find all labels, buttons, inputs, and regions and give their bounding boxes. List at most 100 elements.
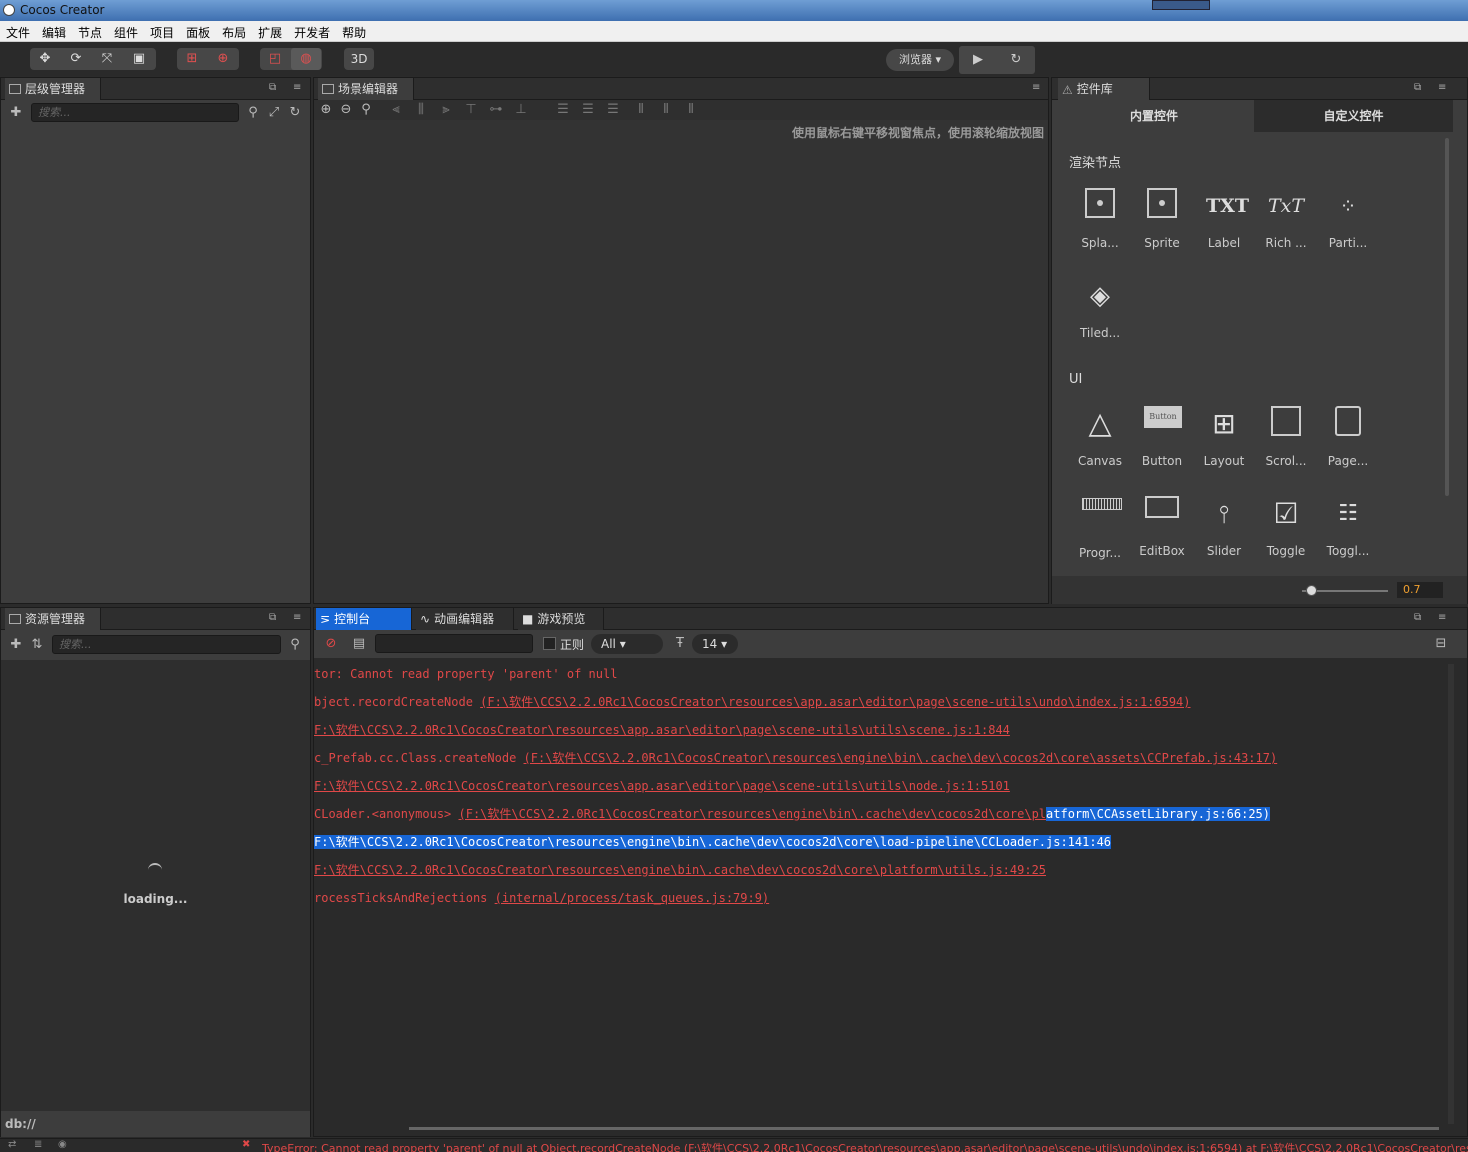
menu-help[interactable]: 帮助 <box>336 21 372 41</box>
popout-icon[interactable]: ⧉ <box>269 83 279 93</box>
panel-menu-icon[interactable]: ≡ <box>293 83 303 93</box>
tab-assets[interactable]: 资源管理器 <box>5 608 101 630</box>
panel-menu-icon[interactable]: ≡ <box>293 613 303 623</box>
log-source-link[interactable]: F:\软件\CCS\2.2.0Rc1\CocosCreator\resource… <box>314 779 1010 793</box>
font-size-select[interactable]: 14 ▾ <box>692 634 738 654</box>
clear-icon[interactable]: ⊘ <box>324 637 338 651</box>
sync-icon[interactable]: ⇄ <box>8 1139 16 1150</box>
tab-hierarchy[interactable]: 层级管理器 <box>5 78 101 100</box>
widget-pageview[interactable]: Page... <box>1317 396 1379 476</box>
console-filter-input[interactable] <box>375 634 533 653</box>
align-center-h-icon[interactable]: ⫼ <box>414 103 428 117</box>
refresh-icon[interactable]: ↻ <box>288 106 302 120</box>
preview-platform-select[interactable]: 浏览器 ▾ <box>886 49 954 71</box>
distribute-top-icon[interactable]: ☰ <box>556 103 570 117</box>
menu-component[interactable]: 组件 <box>108 21 144 41</box>
log-selected-text[interactable]: F:\软件\CCS\2.2.0Rc1\CocosCreator\resource… <box>314 835 1112 849</box>
search-icon[interactable]: ⚲ <box>246 106 260 120</box>
distribute-right-icon[interactable]: ⫴ <box>684 103 698 117</box>
expand-icon[interactable]: ⤢ <box>267 106 281 120</box>
align-right-icon[interactable]: ⫸ <box>439 103 453 117</box>
move-tool-icon[interactable]: ✥ <box>30 48 60 70</box>
zoom-slider-thumb[interactable] <box>1305 585 1317 596</box>
panel-menu-icon[interactable]: ≡ <box>1438 613 1448 623</box>
toggle-3d-button[interactable]: 3D <box>344 48 374 70</box>
tab-custom[interactable]: 自定义控件 <box>1254 100 1453 132</box>
pivot-global-icon[interactable]: ⊕ <box>208 48 238 70</box>
distribute-center-icon[interactable]: ⫴ <box>659 103 673 117</box>
log-source-link[interactable]: (internal/process/task_queues.js:79:9) <box>495 891 770 905</box>
menu-developer[interactable]: 开发者 <box>288 21 336 41</box>
scale-tool-icon[interactable]: ⤧ <box>92 48 122 70</box>
zoom-reset-icon[interactable]: ⚲ <box>359 103 373 117</box>
widget-tiledmap[interactable]: ◈ Tiled... <box>1069 268 1131 348</box>
log-source-link[interactable]: F:\软件\CCS\2.2.0Rc1\CocosCreator\resource… <box>314 863 1046 877</box>
distribute-bottom-icon[interactable]: ☰ <box>606 103 620 117</box>
popout-icon[interactable]: ⧉ <box>1414 83 1424 93</box>
align-middle-icon[interactable]: ⊶ <box>489 103 503 117</box>
console-hscroll[interactable] <box>409 1127 1439 1130</box>
menu-edit[interactable]: 编辑 <box>36 21 72 41</box>
console-vscroll[interactable] <box>1448 664 1454 1124</box>
panel-menu-icon[interactable]: ≡ <box>1438 83 1448 93</box>
tab-library[interactable]: ⚠ 控件库 <box>1058 78 1150 100</box>
hierarchy-search-input[interactable]: 搜索... <box>31 103 239 122</box>
widget-togglegroup[interactable]: ☷ Toggl... <box>1317 486 1379 566</box>
tab-builtin[interactable]: 内置控件 <box>1054 100 1254 132</box>
widget-toggle[interactable]: ☑ Toggle <box>1255 486 1317 566</box>
rect-tool-icon[interactable]: ▣ <box>124 48 154 70</box>
library-scrollbar[interactable] <box>1445 138 1449 496</box>
panel-menu-icon[interactable]: ≡ <box>1032 83 1042 93</box>
menu-file[interactable]: 文件 <box>0 21 36 41</box>
widget-progressbar[interactable]: Progr... <box>1069 486 1131 566</box>
distribute-left-icon[interactable]: ⫴ <box>634 103 648 117</box>
zoom-out-icon[interactable]: ⊖ <box>339 103 353 117</box>
tab-game-preview[interactable]: ■ 游戏预览 <box>518 608 604 630</box>
world-coords-icon[interactable]: ◍ <box>291 48 321 70</box>
popout-icon[interactable]: ⧉ <box>269 613 279 623</box>
collapse-icon[interactable]: ⊟ <box>1434 637 1448 651</box>
log-source-link[interactable]: (F:\软件\CCS\2.2.0Rc1\CocosCreator\resourc… <box>524 751 1278 765</box>
align-top-icon[interactable]: ⊤ <box>464 103 478 117</box>
tab-console[interactable]: ⋝ 控制台 <box>316 608 412 630</box>
log-level-select[interactable]: All ▾ <box>591 634 663 654</box>
widget-editbox[interactable]: EditBox <box>1131 486 1193 566</box>
widget-layout[interactable]: ⊞ Layout <box>1193 396 1255 476</box>
add-node-icon[interactable]: ✚ <box>9 106 23 120</box>
log-source-link[interactable]: (F:\软件\CCS\2.2.0Rc1\CocosCreator\resourc… <box>480 695 1190 709</box>
tab-animation[interactable]: ∿ 动画编辑器 <box>416 608 514 630</box>
menu-layout[interactable]: 布局 <box>216 21 252 41</box>
rotate-tool-icon[interactable]: ⟳ <box>61 48 91 70</box>
zoom-in-icon[interactable]: ⊕ <box>319 103 333 117</box>
widget-canvas[interactable]: △ Canvas <box>1069 396 1131 476</box>
zoom-value-field[interactable]: 0.7 <box>1397 582 1443 598</box>
widget-button[interactable]: Button Button <box>1131 396 1193 476</box>
window-controls[interactable] <box>1152 0 1210 10</box>
align-bottom-icon[interactable]: ⊥ <box>514 103 528 117</box>
assets-search-input[interactable]: 搜索... <box>52 635 281 654</box>
menu-extension[interactable]: 扩展 <box>252 21 288 41</box>
widget-richtext[interactable]: TxT Rich ... <box>1255 178 1317 258</box>
widget-particle[interactable]: ⁘ Parti... <box>1317 178 1379 258</box>
tab-scene[interactable]: 场景编辑器 <box>318 78 414 100</box>
log-selected-text[interactable]: atform\CCAssetLibrary.js:66:25) <box>1046 807 1270 821</box>
local-coords-icon[interactable]: ◰ <box>260 48 290 70</box>
menu-node[interactable]: 节点 <box>72 21 108 41</box>
search-icon[interactable]: ⚲ <box>288 638 302 652</box>
menu-panel[interactable]: 面板 <box>180 21 216 41</box>
widget-slider[interactable]: ⫯ Slider <box>1193 486 1255 566</box>
open-log-icon[interactable]: ▤ <box>352 637 366 651</box>
widget-label[interactable]: TXT Label <box>1193 178 1255 258</box>
add-asset-icon[interactable]: ✚ <box>9 638 23 652</box>
log-source-link[interactable]: (F:\软件\CCS\2.2.0Rc1\CocosCreator\resourc… <box>459 807 1047 821</box>
status-error-text[interactable]: TypeError: Cannot read property 'parent'… <box>262 1140 1468 1152</box>
align-left-icon[interactable]: ⫷ <box>389 103 403 117</box>
pivot-local-icon[interactable]: ⊞ <box>177 48 207 70</box>
widget-sprite[interactable]: Sprite <box>1131 178 1193 258</box>
regex-checkbox[interactable] <box>543 637 556 650</box>
refresh-button[interactable]: ↻ <box>997 46 1035 74</box>
distribute-middle-icon[interactable]: ☰ <box>581 103 595 117</box>
play-button[interactable]: ▶ <box>959 46 997 74</box>
popout-icon[interactable]: ⧉ <box>1414 613 1424 623</box>
sort-icon[interactable]: ⇅ <box>30 638 44 652</box>
